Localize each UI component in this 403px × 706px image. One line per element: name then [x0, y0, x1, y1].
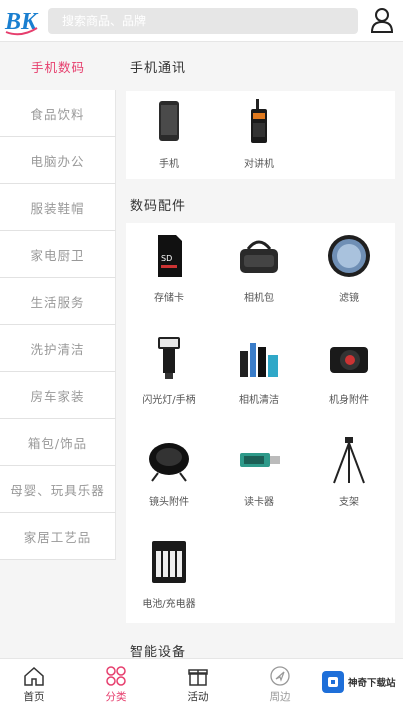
lens-filter-icon: [328, 235, 370, 277]
section-title: 数码配件: [130, 199, 187, 214]
tab-label: 分类: [105, 691, 127, 703]
brand-watermark: 神奇下载站: [322, 667, 400, 697]
sidebar-item-services[interactable]: 生活服务: [0, 278, 116, 325]
product-item[interactable]: 支架: [306, 435, 392, 508]
tab-nearby[interactable]: 周边: [240, 659, 320, 706]
product-label: 镜头附件: [149, 497, 189, 508]
search-input[interactable]: 搜索商品、品牌: [48, 8, 358, 34]
tab-label: 活动: [187, 691, 209, 703]
tab-label: 周边: [269, 691, 291, 703]
tab-activity[interactable]: 活动: [158, 659, 238, 706]
product-item[interactable]: 滤镜: [306, 231, 392, 304]
product-item[interactable]: 镜头附件: [126, 435, 212, 508]
section-title: 智能设备: [130, 645, 187, 658]
gift-icon: [188, 669, 208, 686]
camera-body-icon: [330, 347, 368, 373]
tab-home[interactable]: 首页: [0, 659, 74, 706]
product-label: 存储卡: [154, 293, 184, 304]
navigation-icon: [270, 666, 290, 686]
sidebar-item-appliances[interactable]: 家电厨卫: [0, 231, 116, 278]
svg-text:SD: SD: [161, 254, 172, 263]
user-icon[interactable]: [370, 7, 394, 33]
brand-text: 神奇下载站: [348, 678, 396, 689]
sidebar-item-computer[interactable]: 电脑办公: [0, 137, 116, 184]
header: BK 搜索商品、品牌: [0, 0, 403, 42]
product-item[interactable]: 对讲机: [216, 97, 302, 170]
product-label: 滤镜: [339, 293, 359, 304]
flash-icon: [158, 337, 180, 379]
tab-label: 首页: [23, 691, 45, 703]
product-label: 闪光灯/手柄: [142, 395, 196, 406]
tab-category[interactable]: 分类: [76, 659, 156, 706]
battery-icon: [152, 541, 186, 583]
product-item[interactable]: SD 存储卡: [126, 231, 212, 304]
sidebar-item-cleaning[interactable]: 洗护清洁: [0, 325, 116, 372]
sidebar-item-crafts[interactable]: 家居工艺品: [0, 513, 116, 560]
product-item[interactable]: 相机包: [216, 231, 302, 304]
sidebar-item-home[interactable]: 房车家装: [0, 372, 116, 419]
product-item[interactable]: 机身附件: [306, 333, 392, 406]
camera-bag-icon: [240, 240, 278, 273]
category-icon: [106, 666, 126, 686]
card-reader-icon: [240, 453, 280, 467]
product-grid: 手机 对讲机: [126, 91, 395, 179]
product-label: 相机清洁: [239, 395, 279, 406]
product-item[interactable]: 读卡器: [216, 435, 302, 508]
sidebar-item-baby-toys[interactable]: 母婴、玩具乐器: [0, 466, 116, 513]
tripod-icon: [333, 437, 365, 484]
product-label: 相机包: [244, 293, 274, 304]
home-icon: [24, 666, 44, 686]
smartphone-icon: [159, 101, 179, 141]
product-label: 机身附件: [329, 395, 369, 406]
sidebar-item-bags[interactable]: 箱包/饰品: [0, 419, 116, 466]
product-label: 电池/充电器: [142, 599, 196, 610]
product-label: 读卡器: [244, 497, 274, 508]
product-label: 支架: [339, 497, 359, 508]
brand-logo-icon: [322, 671, 344, 693]
product-item[interactable]: 相机清洁: [216, 333, 302, 406]
product-label: 对讲机: [244, 159, 274, 170]
sidebar-item-clothing[interactable]: 服装鞋帽: [0, 184, 116, 231]
product-grid: SD 存储卡 相机包 滤镜 闪光灯/手柄 相机清洁 机身附件 镜头附件 读卡器 …: [126, 223, 395, 623]
sidebar-item-digital[interactable]: 手机数码: [0, 43, 116, 90]
category-sidebar: 手机数码 食品饮料 电脑办公 服装鞋帽 家电厨卫 生活服务 洗护清洁 房车家装 …: [0, 43, 116, 563]
memory-card-icon: SD: [158, 235, 182, 277]
section-title: 手机通讯: [130, 61, 187, 76]
product-item[interactable]: 闪光灯/手柄: [126, 333, 212, 406]
logo-icon[interactable]: BK: [3, 4, 41, 38]
svg-text:BK: BK: [4, 9, 39, 35]
bottom-tabbar: 首页 分类 活动 周边 神奇下载站: [0, 658, 403, 706]
category-content: 手机通讯 手机 对讲机 数码配件 SD 存储卡 相机包 滤镜 闪光灯/手柄 相机…: [116, 43, 403, 658]
product-label: 手机: [159, 159, 179, 170]
product-item[interactable]: 手机: [126, 97, 212, 170]
camera-cleaning-icon: [240, 343, 278, 377]
sidebar-item-food[interactable]: 食品饮料: [0, 90, 116, 137]
lens-cap-icon: [149, 443, 189, 482]
product-item[interactable]: 电池/充电器: [126, 537, 212, 610]
walkie-talkie-icon: [251, 99, 267, 143]
